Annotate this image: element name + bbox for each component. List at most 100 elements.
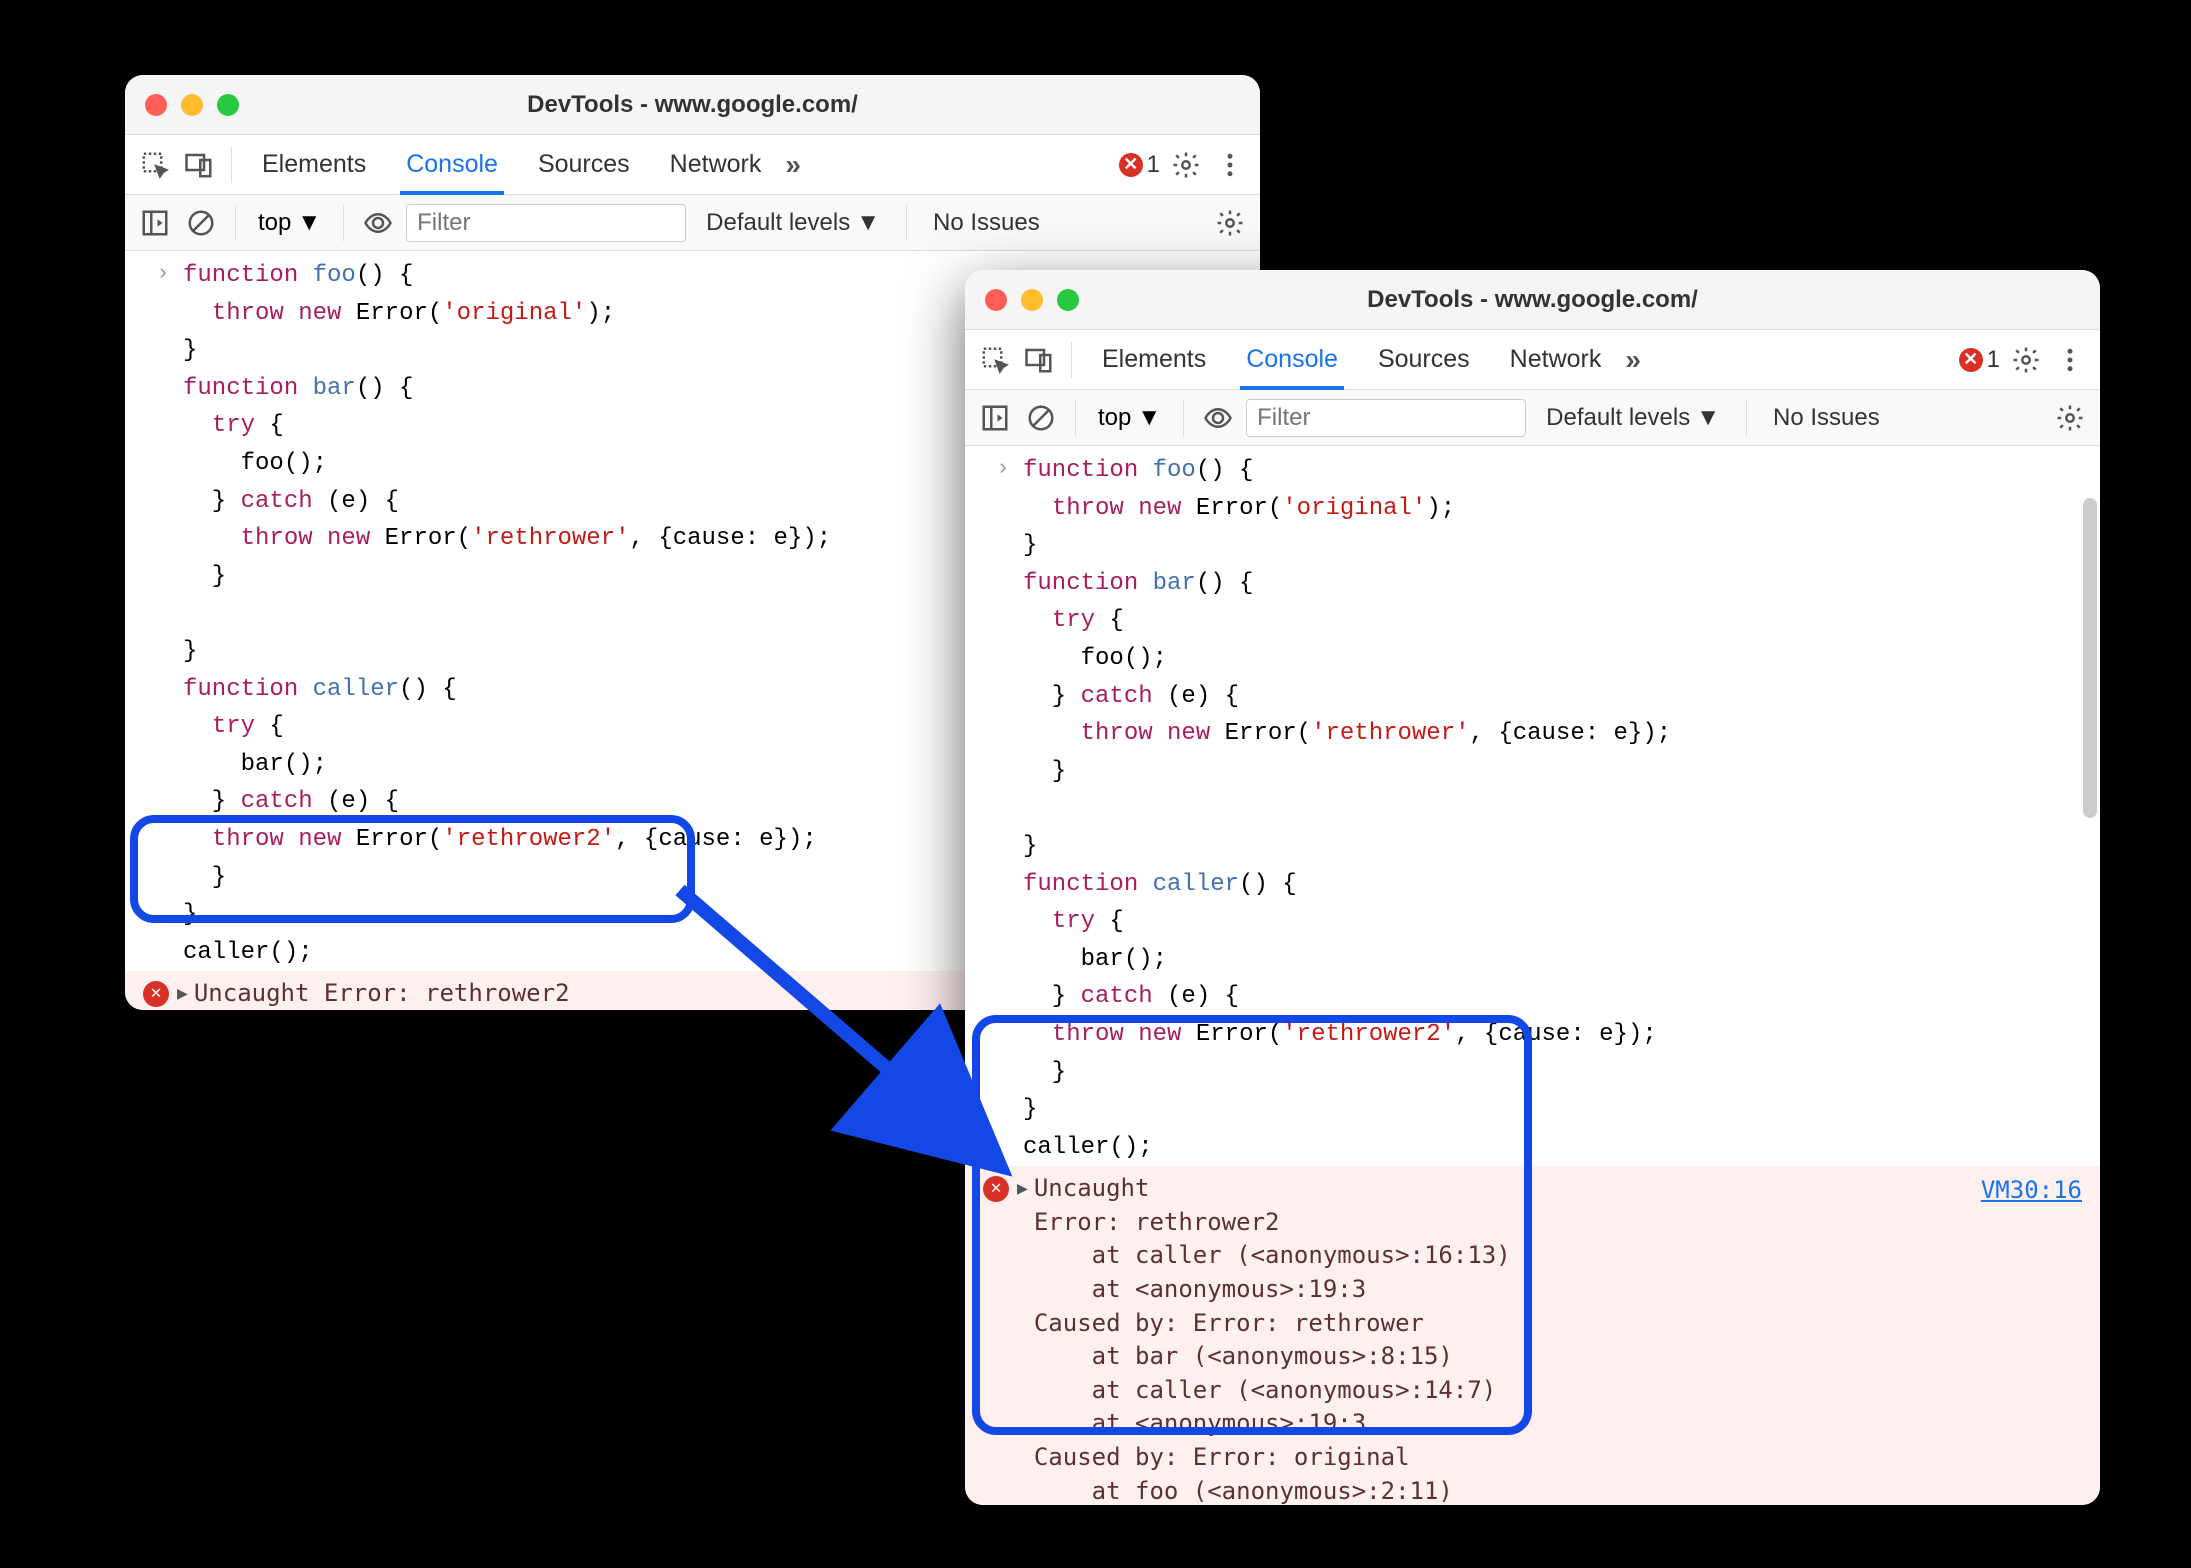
code-line [1023,792,1037,826]
minimize-window-button[interactable] [1021,289,1043,311]
code-line: function bar() { [1023,567,1253,601]
window-title: DevTools - www.google.com/ [527,91,858,119]
log-levels-selector[interactable]: Default levels ▼ [1536,404,1730,432]
kebab-menu-icon[interactable] [2052,342,2088,378]
levels-label: Default levels [1546,404,1690,432]
console-settings-gear-icon[interactable] [1212,205,1248,241]
separator [235,205,236,241]
separator [343,205,344,241]
code-line: throw new Error('rethrower', {cause: e})… [1023,717,1671,751]
code-line: function foo() { [183,259,413,293]
filter-input[interactable] [1246,399,1526,437]
kebab-menu-icon[interactable] [1212,147,1248,183]
tab-console[interactable]: Console [390,135,514,195]
console-body: ›function foo() { throw new Error('origi… [965,446,2100,1505]
console-settings-gear-icon[interactable] [2052,400,2088,436]
device-toolbar-icon[interactable] [181,147,217,183]
code-line: try { [183,710,284,744]
code-line: throw new Error('original'); [183,297,615,331]
code-line [183,597,197,631]
context-selector[interactable]: top ▼ [1092,404,1167,432]
console-filterbar: top ▼ Default levels ▼ No Issues [965,390,2100,446]
expand-triangle-icon[interactable]: ▶ [1017,1178,1028,1203]
sidebar-toggle-icon[interactable] [137,205,173,241]
sidebar-toggle-icon[interactable] [977,400,1013,436]
code-line: } [183,334,197,368]
code-line: function caller() { [183,673,457,707]
device-toolbar-icon[interactable] [1021,342,1057,378]
minimize-window-button[interactable] [181,94,203,116]
code-line: bar(); [183,748,327,782]
settings-gear-icon[interactable] [2008,342,2044,378]
code-line: } catch (e) { [1023,680,1239,714]
code-line: } catch (e) { [183,485,399,519]
levels-label: Default levels [706,209,850,237]
tab-elements[interactable]: Elements [1086,330,1222,390]
code-line: function caller() { [1023,868,1297,902]
tab-elements[interactable]: Elements [246,135,382,195]
separator [1071,342,1072,378]
window-title: DevTools - www.google.com/ [1367,286,1698,314]
code-line: throw new Error('original'); [1023,492,1455,526]
scrollbar-thumb[interactable] [2083,498,2097,818]
error-count-badge[interactable]: ✕ 1 [1119,151,1160,179]
titlebar: DevTools - www.google.com/ [125,75,1260,135]
code-line: throw new Error('rethrower', {cause: e})… [183,522,831,556]
console-error-entry[interactable]: ✕ ▶ Uncaught Error: rethrower2 at caller… [965,1166,2100,1505]
code-line: caller(); [183,936,313,970]
error-icon: ✕ [143,981,169,1007]
more-tabs-icon[interactable]: » [1625,344,1641,376]
code-line: try { [1023,905,1124,939]
traffic-lights [145,94,239,116]
separator [1183,400,1184,436]
expand-icon[interactable]: › [983,454,1023,488]
error-count-badge[interactable]: ✕ 1 [1959,346,2000,374]
devtools-tabbar: Elements Console Sources Network » ✕ 1 [965,330,2100,390]
context-label: top [1098,404,1131,432]
inspect-element-icon[interactable] [977,342,1013,378]
titlebar: DevTools - www.google.com/ [965,270,2100,330]
clear-console-icon[interactable] [1023,400,1059,436]
filter-input[interactable] [406,204,686,242]
close-window-button[interactable] [985,289,1007,311]
code-line: } [1023,529,1037,563]
context-selector[interactable]: top ▼ [252,209,327,237]
more-tabs-icon[interactable]: » [785,149,801,181]
tab-console[interactable]: Console [1230,330,1354,390]
tab-network[interactable]: Network [654,135,778,195]
error-message: Uncaught Error: rethrower2 at caller (<a… [194,977,671,1010]
issues-indicator[interactable]: No Issues [1763,404,1890,432]
source-link[interactable]: VM30:16 [1981,1174,2082,1208]
inspect-element-icon[interactable] [137,147,173,183]
log-levels-selector[interactable]: Default levels ▼ [696,209,890,237]
code-line: } [1023,830,1037,864]
tab-network[interactable]: Network [1494,330,1618,390]
code-line: throw new Error('rethrower2', {cause: e}… [183,823,817,857]
code-line: function foo() { [1023,454,1253,488]
code-line: try { [1023,604,1124,638]
zoom-window-button[interactable] [1057,289,1079,311]
code-line: } catch (e) { [183,785,399,819]
live-expression-icon[interactable] [1200,400,1236,436]
code-line: function bar() { [183,372,413,406]
code-line: } [1023,755,1066,789]
issues-indicator[interactable]: No Issues [923,209,1050,237]
settings-gear-icon[interactable] [1168,147,1204,183]
expand-triangle-icon[interactable]: ▶ [177,983,188,1008]
code-line: } catch (e) { [1023,980,1239,1014]
close-window-button[interactable] [145,94,167,116]
zoom-window-button[interactable] [217,94,239,116]
traffic-lights [985,289,1079,311]
code-line: throw new Error('rethrower2', {cause: e}… [1023,1018,1657,1052]
devtools-tabbar: Elements Console Sources Network » ✕ 1 [125,135,1260,195]
separator [906,205,907,241]
code-line: foo(); [1023,642,1167,676]
tab-sources[interactable]: Sources [1362,330,1486,390]
tab-sources[interactable]: Sources [522,135,646,195]
live-expression-icon[interactable] [360,205,396,241]
clear-console-icon[interactable] [183,205,219,241]
expand-icon[interactable]: › [143,259,183,293]
console-filterbar: top ▼ Default levels ▼ No Issues [125,195,1260,251]
code-line: foo(); [183,447,327,481]
error-icon: ✕ [983,1176,1009,1202]
